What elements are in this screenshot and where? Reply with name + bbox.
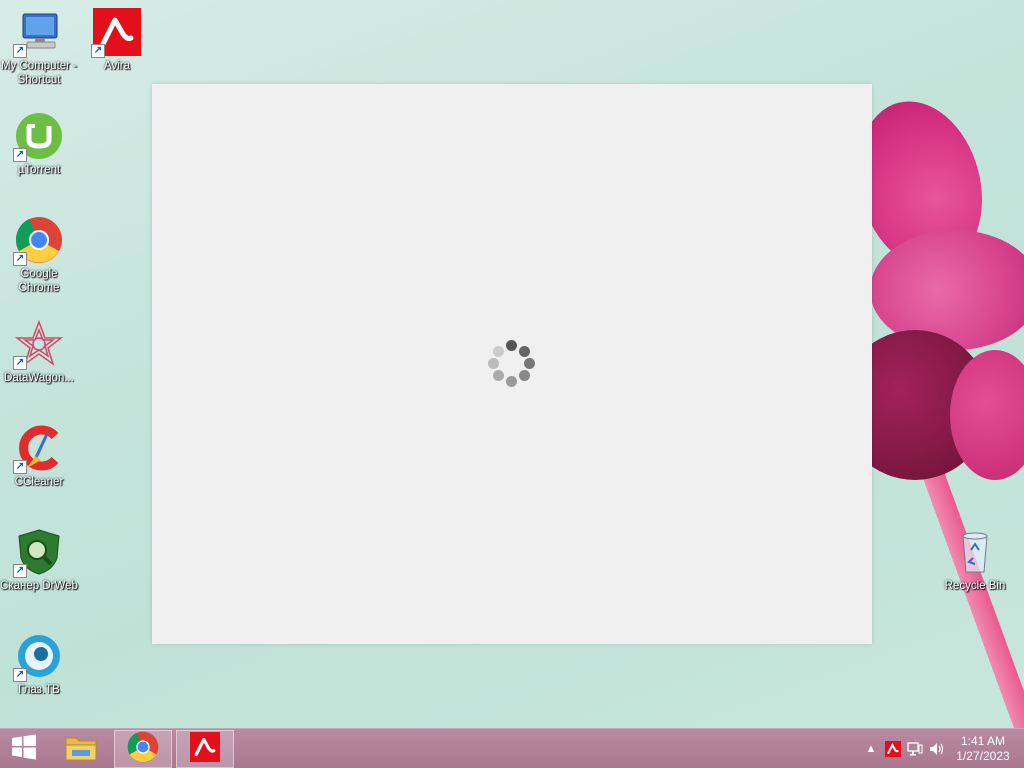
avira-tray-icon[interactable]	[882, 738, 904, 760]
desktop-icon-utorrent[interactable]: ↗ µTorrent	[0, 112, 78, 177]
spinner-dot	[524, 358, 535, 369]
desktop-icon-label: DataWagon...	[4, 372, 74, 384]
desktop-icon-ccleaner[interactable]: ↗ CCleaner	[0, 424, 78, 489]
desktop-icon-drweb[interactable]: ↗ Сканер DrWeb	[0, 528, 78, 593]
spinner-icon	[488, 340, 536, 388]
desktop-icon-label: µTorrent	[17, 164, 61, 176]
desktop-icon-label: Avira	[104, 60, 130, 72]
clock-date: 1/27/2023	[956, 749, 1010, 763]
recycle-bin-icon	[951, 528, 999, 576]
desktop-icon-label: Сканер DrWeb	[0, 580, 78, 592]
shortcut-arrow-icon: ↗	[13, 564, 27, 578]
spinner-dot	[519, 346, 530, 357]
shortcut-arrow-icon: ↗	[13, 44, 27, 58]
spinner-dot	[519, 370, 530, 381]
desktop-icon-recycle-bin[interactable]: Recycle Bin	[936, 528, 1014, 593]
spinner-dot	[488, 358, 499, 369]
taskbar-google-chrome[interactable]	[114, 730, 172, 768]
desktop-icon-label: Recycle Bin	[944, 580, 1006, 592]
taskbar: ▲ 1:41 AM 1/27/2023	[0, 728, 1024, 768]
datawagon-icon: ↗	[13, 319, 64, 370]
desktop-icon-my-computer[interactable]: ↗ My Computer - Shortcut	[0, 8, 78, 87]
shortcut-arrow-icon: ↗	[13, 148, 27, 162]
chrome-icon	[127, 731, 159, 768]
desktop-icon-avira[interactable]: ↗ Avira	[78, 8, 156, 73]
desktop-icon-datawagon[interactable]: ↗ DataWagon...	[0, 319, 78, 385]
glaz-tv-icon: ↗	[13, 632, 63, 682]
spinner-dot	[506, 340, 517, 351]
show-hidden-icons-icon[interactable]: ▲	[860, 738, 882, 760]
taskbar-avira[interactable]	[176, 730, 234, 768]
avira-icon	[190, 731, 220, 767]
spinner-dot	[493, 346, 504, 357]
desktop-icon-label: CCleaner	[14, 476, 64, 488]
utorrent-icon: ↗	[13, 112, 63, 162]
shortcut-arrow-icon: ↗	[91, 44, 105, 58]
desktop-icon-label: Google Chrome	[18, 268, 60, 294]
start-button[interactable]	[0, 730, 48, 768]
spinner-dot	[493, 370, 504, 381]
chrome-icon: ↗	[13, 216, 63, 266]
volume-icon[interactable]	[926, 738, 948, 760]
shortcut-arrow-icon: ↗	[13, 460, 27, 474]
windows-start-icon	[11, 734, 37, 765]
spinner-dot	[506, 376, 517, 387]
clock-time: 1:41 AM	[960, 734, 1006, 748]
taskbar-clock[interactable]: 1:41 AM 1/27/2023	[948, 734, 1018, 764]
flower-stem	[920, 462, 1024, 728]
shortcut-arrow-icon: ↗	[13, 356, 27, 370]
drweb-icon: ↗	[13, 528, 63, 578]
shortcut-arrow-icon: ↗	[13, 668, 27, 682]
desktop-icon-google-chrome[interactable]: ↗ Google Chrome	[0, 216, 78, 295]
computer-icon: ↗	[13, 8, 63, 58]
system-tray: ▲ 1:41 AM 1/27/2023	[860, 729, 1024, 768]
file-explorer-icon	[64, 732, 98, 767]
desktop-icon-label: Глаз.ТВ	[18, 684, 60, 696]
avira-icon: ↗	[91, 8, 141, 58]
shortcut-arrow-icon: ↗	[13, 252, 27, 266]
ccleaner-icon: ↗	[13, 424, 63, 474]
taskbar-file-explorer[interactable]	[52, 730, 110, 768]
desktop-icon-glaz-tv[interactable]: ↗ Глаз.ТВ	[0, 632, 78, 697]
desktop-icon-label: My Computer - Shortcut	[0, 60, 78, 86]
network-icon[interactable]	[904, 738, 926, 760]
